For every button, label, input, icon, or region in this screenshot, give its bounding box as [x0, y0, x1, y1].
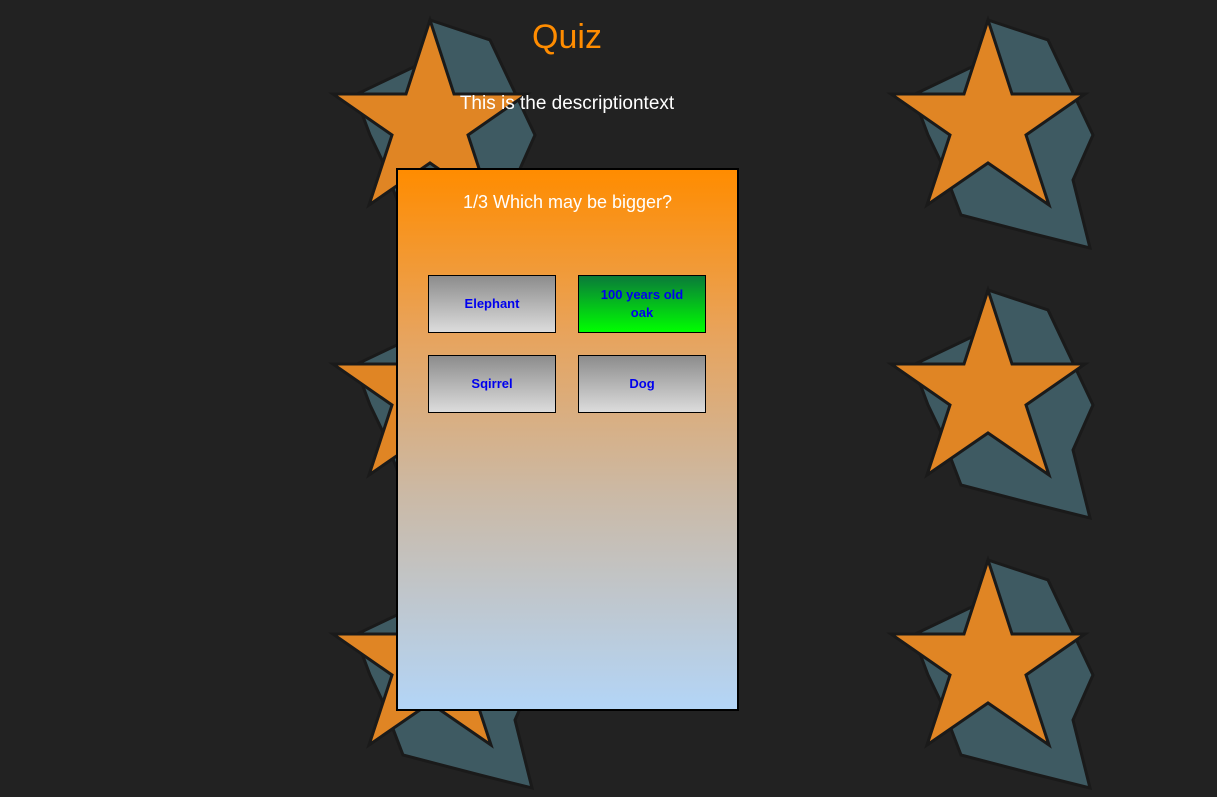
star-icon	[878, 285, 1118, 525]
description-text: This is the descriptiontext	[459, 93, 675, 114]
answer-button-squirrel[interactable]: Sqirrel	[428, 355, 556, 413]
quiz-panel: 1/3 Which may be bigger? Elephant 100 ye…	[396, 168, 739, 711]
star-icon	[878, 555, 1118, 795]
answer-button-oak[interactable]: 100 years old oak	[578, 275, 706, 333]
answer-button-dog[interactable]: Dog	[578, 355, 706, 413]
answer-button-elephant[interactable]: Elephant	[428, 275, 556, 333]
question-text: 1/3 Which may be bigger?	[462, 192, 673, 212]
page-title: Quiz	[532, 18, 602, 56]
star-icon	[878, 15, 1118, 255]
